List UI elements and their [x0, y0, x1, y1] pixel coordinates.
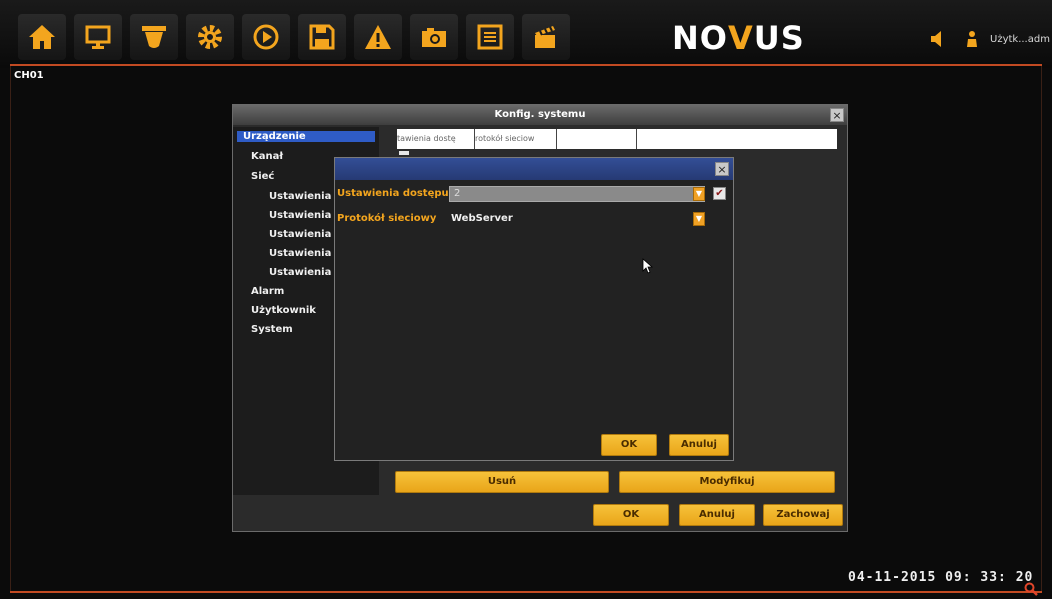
dialog-title: Konfig. systemu [233, 105, 847, 125]
frame-right [1041, 66, 1042, 592]
tree-item-user[interactable]: Użytkownik [251, 305, 333, 316]
tab-strip: tawienia dostę rotokół sieciow [397, 129, 837, 149]
access-settings-dialog: × Ustawienia dostępu 2 ▼ ✔ Protokół siec… [334, 157, 734, 461]
tree-item-network-settings-2[interactable]: Ustawienia I [269, 210, 333, 221]
tree-item-network-settings-5[interactable]: Ustawienia c [269, 267, 333, 278]
frame-left [10, 66, 11, 592]
tree-item-network-settings-1[interactable]: Ustawienia I [269, 191, 333, 202]
home-icon[interactable] [18, 14, 66, 60]
zoom-magnifier-icon[interactable] [1024, 582, 1038, 596]
channel-label: CH01 [14, 70, 44, 81]
inner-dialog-titlebar [335, 158, 733, 180]
bottom-divider [10, 591, 1042, 593]
top-toolbar: NO V US Użytk...adm [0, 0, 1052, 68]
toolbar-divider [10, 64, 1042, 66]
tree-item-network-settings-3[interactable]: Ustawienia I [269, 229, 333, 240]
delete-button[interactable]: Usuń [395, 471, 609, 493]
tab-access-settings[interactable]: tawienia dostę [397, 129, 475, 149]
network-protocol-value[interactable]: WebServer [451, 213, 513, 224]
tree-item-system[interactable]: System [251, 324, 333, 335]
network-protocol-label: Protokół sieciowy [337, 213, 437, 224]
playback-icon[interactable] [242, 14, 290, 60]
tree-item-network-settings-4[interactable]: Ustawienia I [269, 248, 333, 259]
access-settings-label: Ustawienia dostępu [337, 188, 449, 199]
access-enable-checkbox[interactable]: ✔ [713, 187, 726, 200]
tree-item-device[interactable]: Urządzenie [237, 131, 375, 142]
settings-gear-icon[interactable] [186, 14, 234, 60]
chevron-down-icon[interactable]: ▼ [693, 187, 705, 201]
modify-button[interactable]: Modyfikuj [619, 471, 835, 493]
list-row-marker [399, 151, 409, 155]
inner-cancel-button[interactable]: Anuluj [669, 434, 729, 456]
novus-logo: NO V US [672, 19, 805, 57]
mouse-cursor-icon [642, 258, 654, 274]
chevron-down-icon[interactable]: ▼ [693, 212, 705, 226]
tab-empty-2[interactable] [637, 129, 837, 149]
tree-item-network[interactable]: Sieć [251, 171, 333, 182]
tree-item-channel[interactable]: Kanał [251, 151, 333, 162]
logged-user-name[interactable]: Użytk...adm [990, 34, 1052, 45]
cancel-button[interactable]: Anuluj [679, 504, 755, 526]
access-settings-select[interactable]: 2 [449, 186, 705, 202]
tab-network-protocol[interactable]: rotokół sieciow [475, 129, 557, 149]
tab-empty-1[interactable] [557, 129, 637, 149]
log-list-icon[interactable] [466, 14, 514, 60]
monitor-icon[interactable] [74, 14, 122, 60]
inner-ok-button[interactable]: OK [601, 434, 657, 456]
speaker-icon[interactable] [930, 30, 946, 48]
ok-button[interactable]: OK [593, 504, 669, 526]
user-icon [967, 31, 977, 47]
save-button[interactable]: Zachowaj [763, 504, 843, 526]
close-icon[interactable]: × [715, 162, 729, 176]
snapshot-camera-icon[interactable] [410, 14, 458, 60]
ptz-camera-icon[interactable] [130, 14, 178, 60]
datetime-display: 04-11-2015 09: 33: 20 [848, 570, 1034, 585]
save-disk-icon[interactable] [298, 14, 346, 60]
alarm-warning-icon[interactable] [354, 14, 402, 60]
close-icon[interactable]: × [830, 108, 844, 122]
clapperboard-icon[interactable] [522, 14, 570, 60]
tree-item-alarm[interactable]: Alarm [251, 286, 333, 297]
